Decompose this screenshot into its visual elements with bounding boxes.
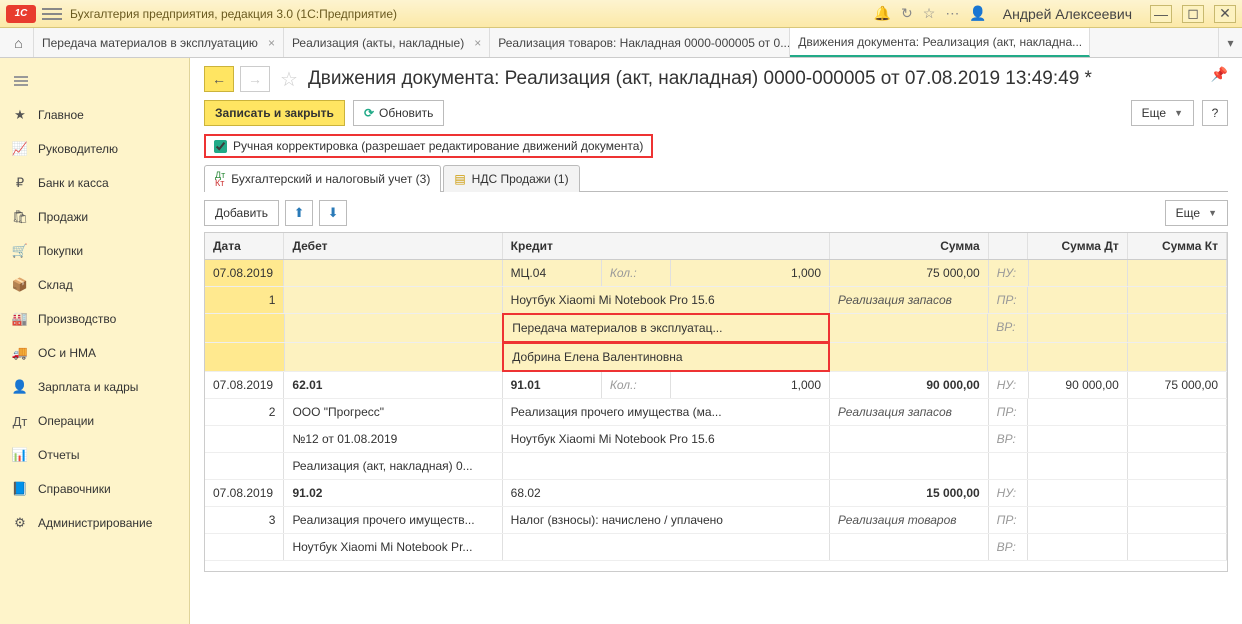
maximize-button[interactable]: ◻ <box>1182 5 1204 23</box>
sidebar-item-12[interactable]: ⚙ Администрирование <box>0 506 189 540</box>
help-button[interactable]: ? <box>1202 100 1228 126</box>
sidebar-item-6[interactable]: 🏭 Производство <box>0 302 189 336</box>
back-button[interactable]: ← <box>204 66 234 92</box>
sidebar-icon: 📘 <box>12 481 28 497</box>
sidebar-label: Банк и касса <box>38 176 109 190</box>
user-icon: 👤 <box>969 5 986 22</box>
sidebar-item-8[interactable]: 👤 Зарплата и кадры <box>0 370 189 404</box>
tab-overflow[interactable]: ▾ <box>1218 28 1242 57</box>
dots-icon[interactable]: ⋯ <box>945 5 959 22</box>
more-button[interactable]: Еще▼ <box>1131 100 1194 126</box>
sidebar-icon: ⚙ <box>12 515 28 531</box>
close-button[interactable]: ✕ <box>1214 5 1236 23</box>
sidebar-label: Руководителю <box>38 142 118 156</box>
sidebar-item-10[interactable]: 📊 Отчеты <box>0 438 189 472</box>
table-row[interactable]: 3Реализация прочего имуществ...Налог (вз… <box>205 507 1227 534</box>
manual-edit-label: Ручная корректировка (разрешает редактир… <box>233 139 643 153</box>
tab-0[interactable]: Передача материалов в эксплуатацию× <box>34 28 284 57</box>
app-title: Бухгалтерия предприятия, редакция 3.0 (1… <box>70 7 874 21</box>
sidebar-icon: ★ <box>12 107 28 123</box>
sidebar-item-4[interactable]: 🛒 Покупки <box>0 234 189 268</box>
table-row[interactable]: 1Ноутбук Xiaomi Mi Notebook Pro 15.6Реал… <box>205 287 1227 314</box>
tab-3[interactable]: Движения документа: Реализация (акт, нак… <box>790 28 1090 57</box>
forward-button[interactable]: → <box>240 66 270 92</box>
content-area: 📌 ← → ☆ Движения документа: Реализация (… <box>190 58 1242 624</box>
sidebar-item-2[interactable]: ₽ Банк и касса <box>0 166 189 200</box>
sidebar-label: Операции <box>38 414 94 428</box>
move-up-button[interactable]: ⬆ <box>285 200 313 226</box>
sidebar-icon: ₽ <box>12 175 28 191</box>
sidebar-icon: 🏭 <box>12 311 28 327</box>
sidebar-label: Склад <box>38 278 73 292</box>
sidebar-icon: Дт <box>12 413 28 429</box>
sidebar-toggle[interactable] <box>0 64 189 98</box>
sidebar-icon: 📊 <box>12 447 28 463</box>
dtkr-icon: ДтКт <box>215 171 225 187</box>
sidebar-icon: 🛒 <box>12 243 28 259</box>
sidebar-icon: 📦 <box>12 277 28 293</box>
sidebar-label: Производство <box>38 312 116 326</box>
sidebar-item-3[interactable]: 🛍 Продажи <box>0 200 189 234</box>
sidebar-item-11[interactable]: 📘 Справочники <box>0 472 189 506</box>
sidebar-icon: 📈 <box>12 141 28 157</box>
sidebar-label: Зарплата и кадры <box>38 380 138 394</box>
sidebar-label: Главное <box>38 108 84 122</box>
table-row[interactable]: 2ООО "Прогресс"Реализация прочего имущес… <box>205 399 1227 426</box>
main-menu-icon[interactable] <box>42 4 62 24</box>
data-grid[interactable]: Дата Дебет Кредит Сумма Сумма Дт Сумма К… <box>204 232 1228 572</box>
logo-1c: 1C <box>6 5 36 23</box>
minimize-button[interactable]: — <box>1150 5 1172 23</box>
favorite-star[interactable]: ☆ <box>280 67 298 92</box>
table-row[interactable]: Реализация (акт, накладная) 0... <box>205 453 1227 480</box>
history-icon[interactable]: ↻ <box>901 5 913 22</box>
refresh-button[interactable]: ⟳Обновить <box>353 100 444 126</box>
titlebar: 1C Бухгалтерия предприятия, редакция 3.0… <box>0 0 1242 28</box>
sidebar-label: Администрирование <box>38 516 152 530</box>
subtab-accounting[interactable]: ДтКт Бухгалтерский и налоговый учет (3) <box>204 165 441 192</box>
doc-icon: ▤ <box>454 172 465 186</box>
tab-2[interactable]: Реализация товаров: Накладная 0000-00000… <box>490 28 790 57</box>
refresh-icon: ⟳ <box>364 106 374 120</box>
bell-icon[interactable]: 🔔 <box>874 5 891 22</box>
table-row[interactable]: Добрина Елена Валентиновна <box>205 343 1227 372</box>
grid-more-button[interactable]: Еще▼ <box>1165 200 1228 226</box>
grid-header: Дата Дебет Кредит Сумма Сумма Дт Сумма К… <box>205 233 1227 260</box>
sidebar-item-0[interactable]: ★ Главное <box>0 98 189 132</box>
close-icon[interactable]: × <box>268 36 275 50</box>
table-row[interactable]: Передача материалов в эксплуатац...ВР: <box>205 314 1227 343</box>
manual-edit-checkbox[interactable] <box>214 140 227 153</box>
home-tab[interactable]: ⌂ <box>4 28 34 57</box>
sidebar-label: Покупки <box>38 244 83 258</box>
table-row[interactable]: Ноутбук Xiaomi Mi Notebook Pr...ВР: <box>205 534 1227 561</box>
star-icon[interactable]: ☆ <box>923 5 936 22</box>
sidebar-label: Отчеты <box>38 448 79 462</box>
table-row[interactable]: №12 от 01.08.2019Ноутбук Xiaomi Mi Noteb… <box>205 426 1227 453</box>
close-icon[interactable]: × <box>474 36 481 50</box>
manual-edit-row: Ручная корректировка (разрешает редактир… <box>204 134 653 158</box>
save-close-button[interactable]: Записать и закрыть <box>204 100 345 126</box>
table-row[interactable]: 07.08.201991.0268.0215 000,00НУ: <box>205 480 1227 507</box>
pin-icon[interactable]: 📌 <box>1211 66 1228 83</box>
sidebar-item-5[interactable]: 📦 Склад <box>0 268 189 302</box>
add-button[interactable]: Добавить <box>204 200 279 226</box>
user-name[interactable]: Андрей Алексеевич <box>1003 6 1132 22</box>
sidebar-label: ОС и НМА <box>38 346 96 360</box>
tab-bar: ⌂ Передача материалов в эксплуатацию× Ре… <box>0 28 1242 58</box>
table-row[interactable]: 07.08.201962.0191.01Кол.:1,00090 000,00Н… <box>205 372 1227 399</box>
sidebar-icon: 🛍 <box>12 209 28 225</box>
sidebar-icon: 👤 <box>12 379 28 395</box>
subtab-vat[interactable]: ▤ НДС Продажи (1) <box>443 165 579 192</box>
sidebar-item-9[interactable]: Дт Операции <box>0 404 189 438</box>
sidebar-item-7[interactable]: 🚚 ОС и НМА <box>0 336 189 370</box>
sidebar-item-1[interactable]: 📈 Руководителю <box>0 132 189 166</box>
page-title: Движения документа: Реализация (акт, нак… <box>308 68 1092 90</box>
sidebar-label: Продажи <box>38 210 88 224</box>
sidebar-label: Справочники <box>38 482 111 496</box>
move-down-button[interactable]: ⬇ <box>319 200 347 226</box>
sidebar: ★ Главное 📈 Руководителю ₽ Банк и касса 🛍 Прода… <box>0 58 190 624</box>
sidebar-icon: 🚚 <box>12 345 28 361</box>
table-row[interactable]: 07.08.2019МЦ.04Кол.:1,00075 000,00НУ: <box>205 260 1227 287</box>
tab-1[interactable]: Реализация (акты, накладные)× <box>284 28 490 57</box>
